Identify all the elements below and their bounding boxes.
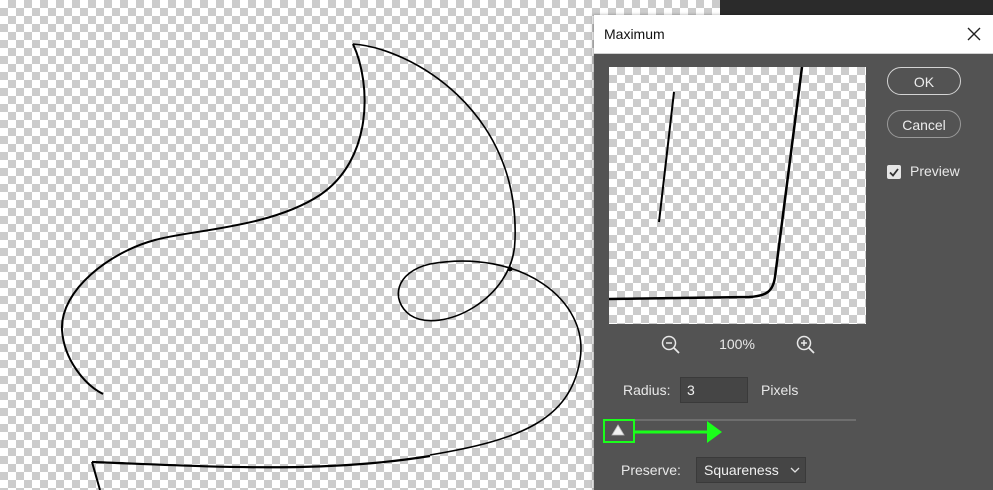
dialog-titlebar[interactable]: Maximum [594,15,993,54]
workspace-background [720,0,993,16]
preserve-label: Preserve: [621,462,681,478]
preserve-dropdown[interactable]: Squareness [696,457,806,483]
dialog-title: Maximum [604,26,665,42]
preserve-selected-value: Squareness [704,462,779,478]
radius-label: Radius: [623,382,671,398]
zoom-in-icon [796,335,815,354]
ok-button[interactable]: OK [887,67,961,95]
chevron-down-icon [790,467,800,473]
radius-input[interactable]: 3 [680,377,748,403]
filter-preview-pane[interactable] [609,67,866,324]
zoom-in-button[interactable] [795,334,817,356]
close-button[interactable] [961,21,987,47]
preview-artwork [609,67,804,301]
zoom-out-button[interactable] [660,334,682,356]
maximum-filter-dialog: Maximum 100% OK Cancel Preview Radius: 3… [594,15,993,490]
arrow-right-icon [635,421,722,443]
cancel-button[interactable]: Cancel [887,110,961,138]
preview-checkbox[interactable] [887,165,901,179]
preview-label[interactable]: Preview [910,163,960,179]
checkmark-icon [889,168,899,177]
zoom-level: 100% [719,336,755,352]
slider-handle-icon[interactable] [611,424,625,436]
zoom-out-icon [661,335,680,354]
radius-units-label: Pixels [761,382,799,398]
close-icon [967,27,981,41]
